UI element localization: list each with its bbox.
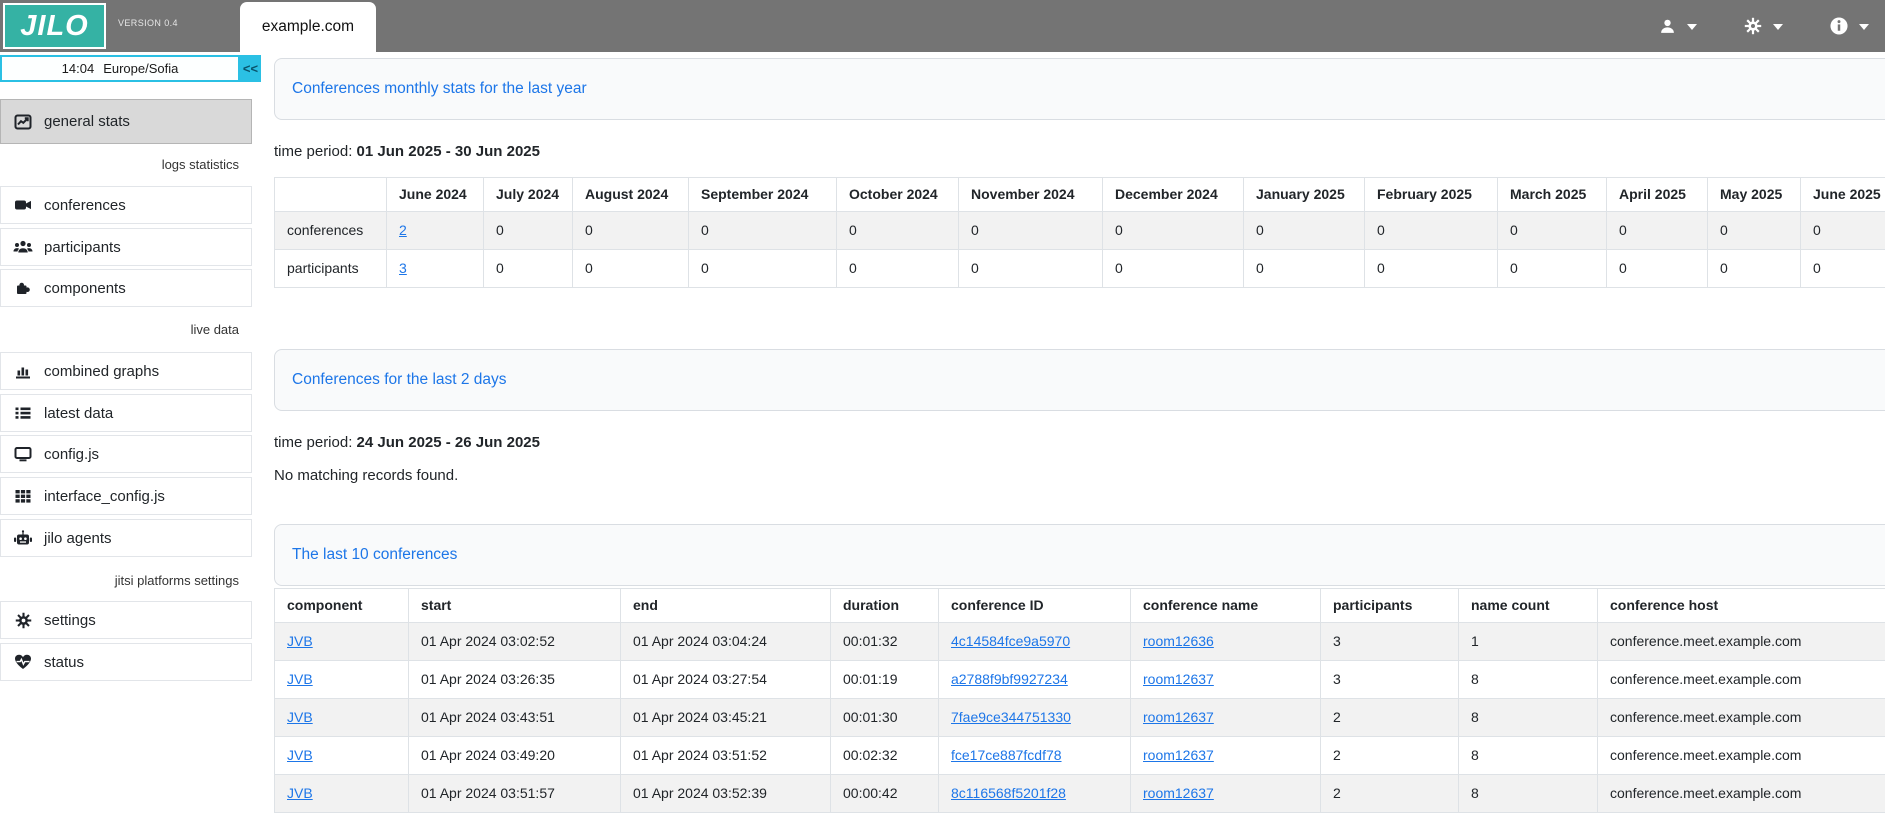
table-row: participants 3 0 0 0 0 0 0 0 0 0 0 0 0 <box>275 250 1885 288</box>
monthly-time-period: time period: 01 Jun 2025 - 30 Jun 2025 <box>274 143 1885 160</box>
table-row: JVB 01 Apr 2024 03:43:51 01 Apr 2024 03:… <box>275 699 1885 737</box>
table-row: JVB 01 Apr 2024 03:51:57 01 Apr 2024 03:… <box>275 775 1885 813</box>
monthly-stats-table: June 2024 July 2024 August 2024 Septembe… <box>274 177 1885 288</box>
puzzle-piece-icon <box>13 279 33 297</box>
component-link[interactable]: JVB <box>287 785 313 801</box>
card-title: The last 10 conferences <box>292 546 457 564</box>
clock-display: 14:04 Europe/Sofia <box>0 55 240 82</box>
grid-cells-icon <box>13 487 33 505</box>
info-icon <box>1829 17 1849 35</box>
last-2-days-time-period: time period: 24 Jun 2025 - 26 Jun 2025 <box>274 434 1885 451</box>
table-row: conferences 2 0 0 0 0 0 0 0 0 0 0 0 0 <box>275 212 1885 250</box>
sidebar-item-config-js[interactable]: config.js <box>0 435 252 473</box>
sidebar-item-label: settings <box>44 612 96 629</box>
heart-pulse-icon <box>13 654 33 670</box>
sidebar-item-label: jilo agents <box>44 530 112 547</box>
sidebar-item-latest-data[interactable]: latest data <box>0 394 252 432</box>
sidebar-item-label: interface_config.js <box>44 488 165 505</box>
app-logo: JILO <box>3 3 106 49</box>
user-menu[interactable] <box>1657 17 1697 35</box>
top-bar: JILO VERSION 0.4 example.com <box>0 0 1885 52</box>
card-last-2-days-header: Conferences for the last 2 days <box>274 349 1885 411</box>
card-title: Conferences monthly stats for the last y… <box>292 80 587 98</box>
caret-down-icon <box>1687 17 1697 35</box>
app-version: VERSION 0.4 <box>118 18 178 28</box>
settings-menu[interactable] <box>1743 17 1783 35</box>
gear-icon <box>1743 17 1763 35</box>
sidebar-section-live-data: live data <box>0 322 261 338</box>
table-header-row: June 2024 July 2024 August 2024 Septembe… <box>275 178 1885 212</box>
sidebar-item-label: general stats <box>44 113 130 130</box>
info-menu[interactable] <box>1829 17 1869 35</box>
sidebar-collapse-button[interactable]: << <box>240 55 261 82</box>
conference-id-link[interactable]: fce17ce887fcdf78 <box>951 747 1062 763</box>
app-logo-text: JILO <box>20 10 88 43</box>
sidebar-item-status[interactable]: status <box>0 643 252 681</box>
participants-count-link[interactable]: 3 <box>399 260 407 276</box>
sidebar-item-components[interactable]: components <box>0 269 252 307</box>
sidebar-item-label: conferences <box>44 197 126 214</box>
component-link[interactable]: JVB <box>287 671 313 687</box>
caret-down-icon <box>1859 17 1869 35</box>
sidebar-item-label: combined graphs <box>44 363 159 380</box>
sidebar-item-participants[interactable]: participants <box>0 228 252 266</box>
clock-timezone: Europe/Sofia <box>103 61 178 76</box>
sidebar-item-label: components <box>44 280 126 297</box>
conference-id-link[interactable]: a2788f9bf9927234 <box>951 671 1068 687</box>
conference-id-link[interactable]: 7fae9ce344751330 <box>951 709 1071 725</box>
sidebar-item-general-stats[interactable]: general stats <box>0 99 252 144</box>
card-last-10-conferences-header: The last 10 conferences <box>274 524 1885 586</box>
table-header-row: component start end duration conference … <box>275 589 1885 623</box>
robot-icon <box>13 530 33 546</box>
clock-time: 14:04 <box>62 61 95 76</box>
user-icon <box>1657 18 1677 35</box>
sidebar-item-label: latest data <box>44 405 113 422</box>
sidebar-item-interface-config-js[interactable]: interface_config.js <box>0 477 252 515</box>
conference-name-link[interactable]: room12637 <box>1143 785 1214 801</box>
component-link[interactable]: JVB <box>287 709 313 725</box>
conference-name-link[interactable]: room12637 <box>1143 747 1214 763</box>
sidebar-item-conferences[interactable]: conferences <box>0 186 252 224</box>
sidebar-section-jitsi-platforms-settings: jitsi platforms settings <box>0 573 261 589</box>
conference-id-link[interactable]: 4c14584fce9a5970 <box>951 633 1070 649</box>
gear-icon <box>13 612 33 629</box>
users-icon <box>13 239 33 255</box>
chart-line-icon <box>13 113 33 131</box>
sidebar: 14:04 Europe/Sofia << general stats logs… <box>0 52 261 809</box>
table-row: JVB 01 Apr 2024 03:26:35 01 Apr 2024 03:… <box>275 661 1885 699</box>
conferences-count-link[interactable]: 2 <box>399 222 407 238</box>
sidebar-item-label: participants <box>44 239 121 256</box>
video-camera-icon <box>13 196 33 214</box>
component-link[interactable]: JVB <box>287 747 313 763</box>
last-conferences-table: component start end duration conference … <box>274 588 1885 813</box>
sidebar-item-jilo-agents[interactable]: jilo agents <box>0 519 252 557</box>
sidebar-item-label: status <box>44 654 84 671</box>
monitor-icon <box>13 445 33 463</box>
component-link[interactable]: JVB <box>287 633 313 649</box>
caret-down-icon <box>1773 17 1783 35</box>
conference-name-link[interactable]: room12637 <box>1143 671 1214 687</box>
tab-label: example.com <box>262 18 354 36</box>
conference-name-link[interactable]: room12636 <box>1143 633 1214 649</box>
no-records-message: No matching records found. <box>274 467 1885 484</box>
sidebar-section-logs-statistics: logs statistics <box>0 157 261 173</box>
bar-chart-icon <box>13 362 33 380</box>
list-icon <box>13 404 33 422</box>
main-content: Conferences monthly stats for the last y… <box>261 52 1885 813</box>
tab-example-com[interactable]: example.com <box>240 2 376 52</box>
table-row: JVB 01 Apr 2024 03:02:52 01 Apr 2024 03:… <box>275 623 1885 661</box>
sidebar-item-combined-graphs[interactable]: combined graphs <box>0 352 252 390</box>
card-monthly-stats-header: Conferences monthly stats for the last y… <box>274 58 1885 120</box>
conference-name-link[interactable]: room12637 <box>1143 709 1214 725</box>
conference-id-link[interactable]: 8c116568f5201f28 <box>951 785 1066 801</box>
card-title: Conferences for the last 2 days <box>292 371 507 389</box>
table-row: JVB 01 Apr 2024 03:49:20 01 Apr 2024 03:… <box>275 737 1885 775</box>
sidebar-item-label: config.js <box>44 446 99 463</box>
sidebar-item-settings[interactable]: settings <box>0 601 252 639</box>
